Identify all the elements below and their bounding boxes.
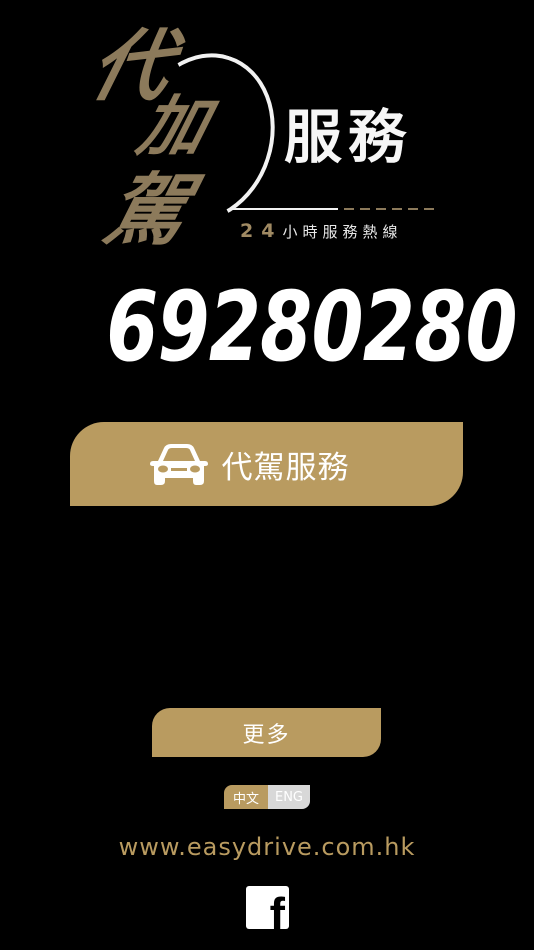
website-link[interactable]: www.easydrive.com.hk bbox=[0, 833, 534, 861]
facebook-glyph: f bbox=[269, 888, 285, 929]
phone-number[interactable]: 69280280 bbox=[106, 272, 517, 382]
services-heading: 服務 bbox=[284, 103, 413, 171]
more-button[interactable]: 更多 bbox=[152, 708, 381, 757]
hotline-label: 小時服務熱線 bbox=[282, 223, 403, 241]
language-switch: 中文 ENG bbox=[224, 785, 310, 809]
lang-en-option[interactable]: ENG bbox=[268, 785, 310, 809]
car-icon bbox=[149, 444, 208, 485]
driver-service-label: 代駕服務 bbox=[221, 449, 350, 486]
hotline-divider bbox=[232, 208, 438, 210]
hotline-caption: 24小時服務熱線 bbox=[240, 220, 402, 243]
hotline-hours: 24 bbox=[240, 220, 283, 242]
lang-zh-option[interactable]: 中文 bbox=[224, 785, 268, 809]
facebook-icon[interactable]: f bbox=[246, 886, 289, 929]
driver-service-button[interactable]: 代駕服務 bbox=[70, 422, 463, 506]
brand-logo: 代 加 駕 服務 24小時服務熱線 bbox=[0, 0, 534, 290]
more-button-label: 更多 bbox=[242, 722, 291, 748]
